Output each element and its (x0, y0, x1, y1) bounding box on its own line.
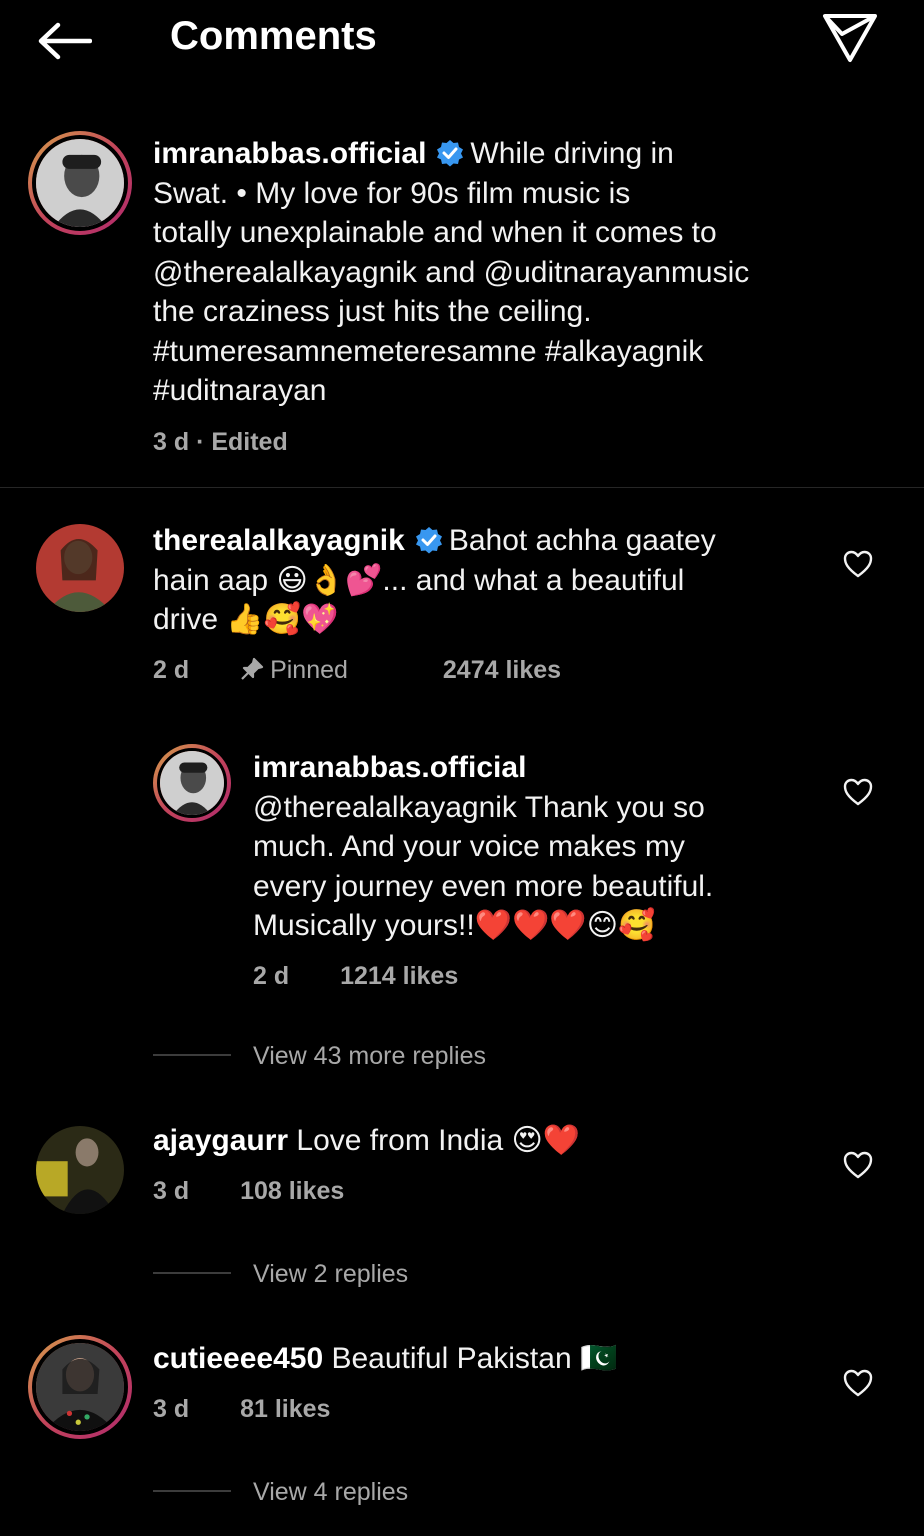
comment-text: ajaygaurr Love from India 😍❤️ (153, 1121, 813, 1161)
verified-badge-icon (415, 527, 442, 554)
reply-time: 2 d (253, 962, 290, 990)
comment-first-line: Bahot achha gaatey (448, 524, 716, 557)
send-icon (823, 14, 877, 62)
heart-icon[interactable] (843, 778, 873, 806)
verified-badge-icon (437, 140, 464, 167)
comment-body: Love from India 😍❤️ (296, 1124, 581, 1157)
reply-text: imranabbas.official @therealalkayagnik T… (253, 748, 813, 946)
view-replies-line (153, 1054, 231, 1056)
comment-likes[interactable]: 108 likes (240, 1177, 344, 1205)
back-button[interactable] (36, 18, 96, 64)
caption-line: the craziness just hits the ceiling. (153, 295, 592, 328)
comment-time: 3 d (153, 1177, 190, 1205)
caption-first-line: While driving in (470, 137, 674, 170)
view-replies-line (153, 1490, 231, 1492)
comment-time: 2 d (153, 656, 190, 684)
comment-username[interactable]: ajaygaurr (153, 1124, 288, 1157)
reply-line: @therealalkayagnik Thank you so (253, 790, 705, 824)
reply-meta: 2 d 1214 likes (253, 962, 502, 991)
comment-line: hain aap 😃👌💕... and what a beautiful (153, 563, 685, 597)
header: Comments (0, 0, 924, 84)
reply-username[interactable]: imranabbas.official (253, 748, 813, 788)
reply-line: every journey even more beautiful. (253, 869, 714, 903)
caption-line: Swat. • My love for 90s film music is (153, 176, 631, 210)
caption-line: @therealalkayagnik and @uditnarayanmusic (153, 255, 750, 289)
comment-text: cutieeee450 Beautiful Pakistan 🇵🇰 (153, 1339, 813, 1379)
heart-icon[interactable] (843, 550, 873, 578)
heart-icon[interactable] (843, 1151, 873, 1179)
comment-meta: 3 d 108 likes (153, 1177, 388, 1206)
caption-line: #uditnarayan (153, 374, 327, 407)
comment-avatar[interactable] (36, 1126, 124, 1214)
page-title: Comments (170, 14, 377, 58)
caption-meta: 3 d · Edited (153, 428, 288, 456)
pinned-label: Pinned (240, 656, 392, 684)
pin-icon (241, 657, 264, 680)
view-replies-button[interactable]: View 2 replies (253, 1260, 408, 1289)
back-arrow-icon (38, 22, 92, 60)
comment-meta: 3 d 81 likes (153, 1395, 374, 1424)
view-replies-line (153, 1272, 231, 1274)
caption-text: imranabbas.official While driving in Swat… (153, 134, 853, 411)
comment-text: therealalkayagnik Bahot achha gaatey hain… (153, 521, 813, 640)
view-replies-button[interactable]: View 43 more replies (253, 1042, 486, 1071)
caption-line: #tumeresamnemeteresamne #alkayagnik (153, 334, 704, 368)
comment-likes[interactable]: 81 likes (240, 1395, 330, 1423)
comment-line: drive 👍🥰💖 (153, 603, 339, 636)
heart-icon[interactable] (843, 1369, 873, 1397)
reply-likes[interactable]: 1214 likes (340, 962, 458, 990)
reply-line: Musically yours!!❤️❤️❤️😊🥰 (253, 909, 656, 942)
comment-username[interactable]: therealalkayagnik (153, 524, 405, 557)
comment-likes[interactable]: 2474 likes (443, 656, 561, 684)
caption-username[interactable]: imranabbas.official (153, 137, 426, 170)
share-button[interactable] (822, 12, 878, 64)
comment-username[interactable]: cutieeee450 (153, 1342, 323, 1375)
comment-avatar[interactable] (36, 524, 124, 612)
comment-time: 3 d (153, 1395, 190, 1423)
comment-avatar[interactable] (28, 1335, 132, 1439)
comment-body: Beautiful Pakistan 🇵🇰 (331, 1342, 618, 1375)
divider (0, 487, 924, 488)
reply-avatar[interactable] (153, 744, 231, 822)
reply-line: much. And your voice makes my (253, 830, 685, 863)
view-replies-button[interactable]: View 4 replies (253, 1478, 408, 1507)
comment-meta: 2 d Pinned 2474 likes (153, 656, 605, 685)
caption-avatar[interactable] (28, 131, 132, 235)
caption-line: totally unexplainable and when it comes … (153, 216, 717, 249)
